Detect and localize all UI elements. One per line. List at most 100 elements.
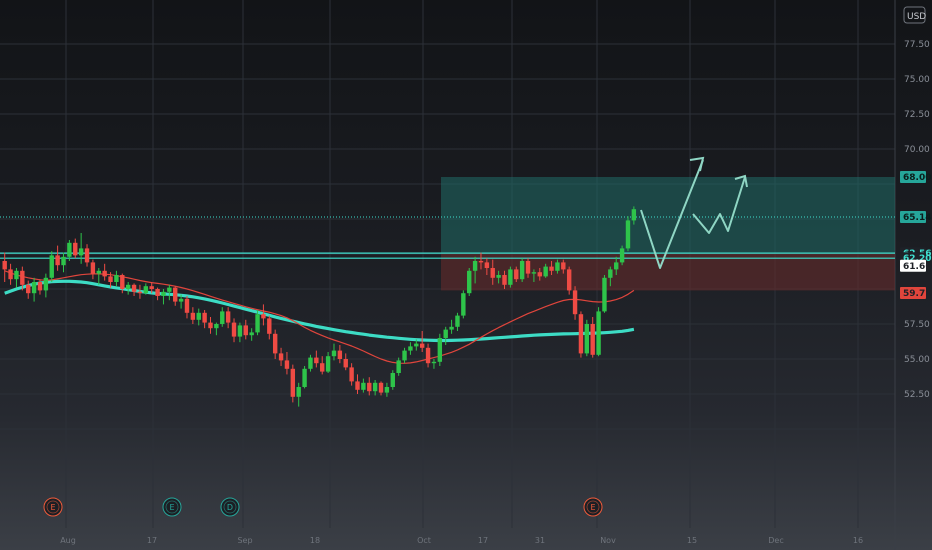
candle-body-95[interactable] [561, 262, 566, 270]
candle-body-60[interactable] [355, 381, 360, 390]
candle-body-46[interactable] [272, 333, 278, 354]
candle-body-62[interactable] [367, 382, 372, 392]
candle-body-104[interactable] [614, 262, 619, 270]
candle-body-44[interactable] [261, 314, 266, 319]
candle-body-4[interactable] [26, 284, 31, 294]
candle-body-21[interactable] [125, 284, 131, 289]
candle-body-53[interactable] [314, 357, 319, 364]
candle-body-6[interactable] [37, 282, 43, 291]
candle-body-71[interactable] [419, 343, 425, 348]
candle-body-55[interactable] [325, 356, 331, 372]
candle-body-28[interactable] [167, 287, 172, 292]
candle-body-81[interactable] [478, 261, 484, 263]
candle-body-37[interactable] [220, 311, 225, 324]
candle-body-22[interactable] [131, 284, 137, 292]
candle-body-15[interactable] [90, 262, 96, 274]
candle-body-93[interactable] [549, 266, 554, 271]
candle-body-24[interactable] [143, 286, 149, 294]
candle-body-42[interactable] [249, 332, 254, 336]
candle-body-65[interactable] [384, 387, 390, 393]
candle-body-27[interactable] [161, 291, 166, 296]
candle-body-7[interactable] [43, 277, 49, 291]
candle-body-30[interactable] [178, 298, 184, 302]
candle-body-25[interactable] [149, 286, 154, 289]
candle-body-61[interactable] [361, 382, 366, 390]
candle-body-40[interactable] [237, 325, 243, 337]
candle-body-23[interactable] [137, 291, 143, 294]
candle-body-76[interactable] [449, 326, 454, 330]
candle-body-26[interactable] [155, 289, 160, 296]
candle-body-11[interactable] [67, 242, 72, 257]
candle-body-91[interactable] [537, 272, 542, 277]
candle-body-59[interactable] [349, 367, 354, 382]
candle-body-57[interactable] [337, 350, 343, 359]
candle-body-50[interactable] [296, 387, 301, 397]
candle-body-67[interactable] [396, 360, 401, 373]
candle-body-39[interactable] [231, 322, 237, 337]
candle-body-43[interactable] [255, 314, 260, 333]
candle-body-98[interactable] [578, 314, 584, 354]
candle-body-16[interactable] [96, 270, 101, 274]
candle-body-66[interactable] [390, 373, 395, 387]
candle-body-5[interactable] [31, 282, 37, 294]
candle-body-52[interactable] [308, 357, 313, 369]
candle-body-34[interactable] [202, 312, 207, 323]
candle-body-8[interactable] [49, 255, 54, 278]
candle-body-101[interactable] [596, 311, 601, 355]
candle-body-82[interactable] [484, 262, 490, 268]
candle-body-3[interactable] [20, 270, 25, 285]
currency-badge[interactable]: USD [907, 12, 926, 22]
candle-body-10[interactable] [61, 256, 66, 266]
candle-body-79[interactable] [467, 270, 472, 294]
candle-body-100[interactable] [590, 324, 595, 355]
candle-body-74[interactable] [437, 338, 443, 362]
candle-body-64[interactable] [378, 382, 384, 393]
candle-body-96[interactable] [566, 269, 572, 291]
candle-body-99[interactable] [584, 324, 590, 354]
candle-body-97[interactable] [572, 290, 578, 315]
candle-body-85[interactable] [502, 275, 507, 285]
candle-body-103[interactable] [608, 269, 613, 278]
candlestick-chart[interactable]: 77.50 75.00 72.50 70.00 57.50 55.00 52.50 68.00… [0, 0, 932, 550]
candle-body-102[interactable] [602, 277, 607, 312]
candle-body-12[interactable] [73, 242, 78, 256]
chart-canvas[interactable]: 77.50 75.00 72.50 70.00 57.50 55.00 52.50 68.00… [0, 0, 932, 550]
candle-body-56[interactable] [331, 350, 337, 357]
candle-body-106[interactable] [625, 220, 631, 249]
candle-body-68[interactable] [402, 350, 407, 361]
candle-body-19[interactable] [114, 275, 119, 282]
candle-body-88[interactable] [519, 261, 525, 280]
candle-body-86[interactable] [508, 269, 513, 285]
candle-body-48[interactable] [284, 360, 290, 369]
candle-body-92[interactable] [543, 266, 548, 277]
candle-body-38[interactable] [225, 311, 231, 323]
candle-body-70[interactable] [414, 343, 419, 347]
candle-body-45[interactable] [267, 318, 272, 334]
candle-body-72[interactable] [425, 347, 431, 364]
candle-body-75[interactable] [443, 329, 448, 338]
candle-body-35[interactable] [208, 322, 213, 329]
candle-body-1[interactable] [8, 269, 13, 280]
candle-body-80[interactable] [472, 261, 478, 271]
candle-body-107[interactable] [631, 209, 637, 221]
candle-body-94[interactable] [555, 262, 560, 271]
candle-body-49[interactable] [290, 368, 296, 397]
candle-body-84[interactable] [496, 275, 501, 278]
candle-body-13[interactable] [78, 248, 84, 256]
candle-body-89[interactable] [525, 261, 531, 274]
candle-body-0[interactable] [2, 261, 7, 270]
candle-body-9[interactable] [55, 255, 60, 266]
candle-body-69[interactable] [408, 346, 413, 351]
candle-body-2[interactable] [14, 270, 19, 280]
candle-body-36[interactable] [214, 324, 219, 329]
candle-body-73[interactable] [431, 361, 437, 364]
candle-body-29[interactable] [173, 287, 178, 302]
candle-body-54[interactable] [320, 363, 325, 372]
candle-body-87[interactable] [514, 269, 519, 280]
candle-body-14[interactable] [84, 248, 90, 263]
candle-body-83[interactable] [490, 268, 495, 278]
candle-body-17[interactable] [102, 270, 107, 277]
candle-body-78[interactable] [461, 293, 466, 316]
candle-body-51[interactable] [302, 368, 307, 387]
candle-body-20[interactable] [120, 275, 125, 289]
